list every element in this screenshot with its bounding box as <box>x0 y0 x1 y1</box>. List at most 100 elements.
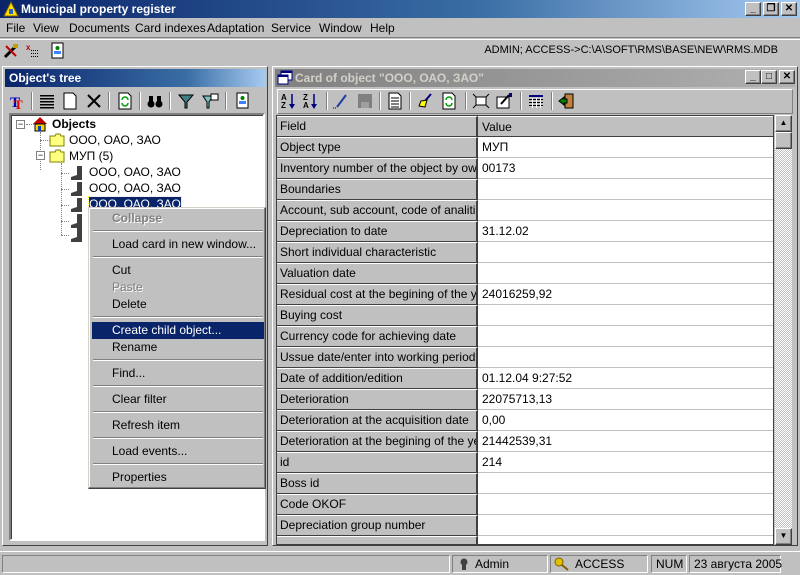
grid-row[interactable]: Date of addition/edition 01.12.04 9:27:52 <box>277 368 773 389</box>
grid-row[interactable]: Buying cost <box>277 305 773 326</box>
grid-row[interactable]: Inventory number of the object by owner 0… <box>277 158 773 179</box>
menu-item-paste[interactable]: Paste <box>92 279 264 296</box>
menu-window[interactable]: Window <box>319 21 362 35</box>
grid-row[interactable]: Depreciation group number <box>277 515 773 536</box>
card-vertical-scrollbar[interactable]: ▲ ▼ <box>775 115 792 545</box>
collapse-toggle[interactable]: − <box>36 151 45 160</box>
field-value-cell[interactable]: МУП <box>478 137 773 158</box>
card-maximize-button[interactable]: □ <box>761 70 777 84</box>
fit-icon[interactable] <box>472 92 490 110</box>
field-value-cell[interactable]: 0,00 <box>478 410 773 431</box>
refresh-icon[interactable] <box>116 92 134 110</box>
grid-row[interactable]: Account, sub account, code of analitical <box>277 200 773 221</box>
grid-row[interactable]: Currency code for achieving date <box>277 326 773 347</box>
list-icon[interactable] <box>38 92 56 110</box>
grid-row[interactable]: id 214 <box>277 452 773 473</box>
field-value-cell[interactable]: 22075713,13 <box>478 389 773 410</box>
menu-item-load-card[interactable]: Load card in new window... <box>92 236 264 253</box>
tree-node[interactable]: МУП (5) <box>69 149 113 163</box>
grid-row[interactable]: Residual cost at the begining of the yea… <box>277 284 773 305</box>
column-header-field[interactable]: Field <box>277 116 478 137</box>
grid-row[interactable]: Depreciation to date 31.12.02 <box>277 221 773 242</box>
field-value-cell[interactable] <box>478 179 773 200</box>
new-document-icon[interactable] <box>61 92 79 110</box>
minimize-button[interactable]: _ <box>745 2 761 16</box>
scroll-up-button[interactable]: ▲ <box>775 115 792 132</box>
field-value-cell[interactable] <box>478 200 773 221</box>
properties-icon[interactable] <box>495 92 513 110</box>
exit-door-icon[interactable] <box>558 92 576 110</box>
field-value-cell[interactable] <box>478 347 773 368</box>
document-icon[interactable] <box>386 92 404 110</box>
filter-edit-icon[interactable] <box>201 92 219 110</box>
tree-node[interactable]: ООО, ОАО, ЗАО <box>69 133 161 147</box>
filter-icon[interactable] <box>177 92 195 110</box>
grid-row[interactable] <box>277 536 773 544</box>
card-close-button[interactable]: ✕ <box>779 70 795 84</box>
menu-item-create-child[interactable]: Create child object... <box>92 322 264 339</box>
sort-za-icon[interactable]: ZA <box>302 92 320 110</box>
menu-file[interactable]: File <box>6 21 25 35</box>
user-card-icon[interactable] <box>48 42 66 60</box>
menu-item-find[interactable]: Find... <box>92 365 264 382</box>
grid-row[interactable]: Ussue date/enter into working period <box>277 347 773 368</box>
field-value-cell[interactable]: 00173 <box>478 158 773 179</box>
tree-node[interactable]: ООО, ОАО, ЗАО <box>89 181 181 195</box>
grid-row[interactable]: Short individual characteristic <box>277 242 773 263</box>
grid-row[interactable]: Object type МУП <box>277 137 773 158</box>
column-header-value[interactable]: Value <box>478 116 773 137</box>
menu-item-cut[interactable]: Cut <box>92 262 264 279</box>
menu-item-delete[interactable]: Delete <box>92 296 264 313</box>
menu-item-rename[interactable]: Rename <box>92 339 264 356</box>
close-button[interactable]: ✕ <box>781 2 797 16</box>
menu-item-clear-filter[interactable]: Clear filter <box>92 391 264 408</box>
field-value-cell[interactable]: 214 <box>478 452 773 473</box>
menu-documents[interactable]: Documents <box>69 21 130 35</box>
menu-service[interactable]: Service <box>271 21 311 35</box>
grid-row[interactable]: Boundaries <box>277 179 773 200</box>
field-value-cell[interactable]: 21442539,31 <box>478 431 773 452</box>
menu-item-properties[interactable]: Properties <box>92 469 264 486</box>
restore-button[interactable]: ❐ <box>763 2 779 16</box>
grid-row[interactable]: Valuation date <box>277 263 773 284</box>
field-value-cell[interactable] <box>478 494 773 515</box>
field-value-cell[interactable] <box>478 326 773 347</box>
grid-row[interactable]: Deterioration at the acquisition date 0,0… <box>277 410 773 431</box>
menu-item-load-events[interactable]: Load events... <box>92 443 264 460</box>
field-value-cell[interactable] <box>478 473 773 494</box>
menu-item-collapse[interactable]: Collapse <box>92 210 264 227</box>
delete-icon[interactable] <box>85 92 103 110</box>
clear-brush-icon[interactable] <box>417 92 435 110</box>
font-icon[interactable]: T T <box>9 92 27 110</box>
user-card-icon[interactable] <box>233 92 251 110</box>
menu-help[interactable]: Help <box>370 21 395 35</box>
tools-icon[interactable] <box>2 42 20 60</box>
grid-row[interactable]: Deterioration at the begining of the yea… <box>277 431 773 452</box>
field-value-cell[interactable]: 01.12.04 9:27:52 <box>478 368 773 389</box>
menu-item-refresh[interactable]: Refresh item <box>92 417 264 434</box>
find-binoculars-icon[interactable] <box>146 92 164 110</box>
tree-root-objects[interactable]: Objects <box>52 117 96 131</box>
grid-row[interactable]: Code OKOF <box>277 494 773 515</box>
scroll-thumb[interactable] <box>775 132 792 149</box>
field-value-cell[interactable] <box>478 242 773 263</box>
save-disk-icon[interactable] <box>356 92 374 110</box>
field-value-cell[interactable]: 24016259,92 <box>478 284 773 305</box>
field-value-cell[interactable]: 31.12.02 <box>478 221 773 242</box>
field-value-cell[interactable] <box>478 536 773 544</box>
field-value-cell[interactable] <box>478 515 773 536</box>
field-value-cell[interactable] <box>478 263 773 284</box>
menu-card-indexes[interactable]: Card indexes <box>135 21 206 35</box>
edit-pencil-icon[interactable] <box>332 92 350 110</box>
refresh-icon[interactable] <box>440 92 458 110</box>
collapse-toggle[interactable]: − <box>16 120 25 129</box>
menu-view[interactable]: View <box>33 21 59 35</box>
menu-adaptation[interactable]: Adaptation <box>207 21 264 35</box>
delete-grid-icon[interactable]: x <box>25 42 43 60</box>
grid-row[interactable]: Boss id <box>277 473 773 494</box>
tree-node[interactable]: ООО, ОАО, ЗАО <box>89 165 181 179</box>
sort-az-icon[interactable]: AZ <box>280 92 298 110</box>
grid-row[interactable]: Deterioration 22075713,13 <box>277 389 773 410</box>
grid-icon[interactable] <box>527 92 545 110</box>
field-value-cell[interactable] <box>478 305 773 326</box>
